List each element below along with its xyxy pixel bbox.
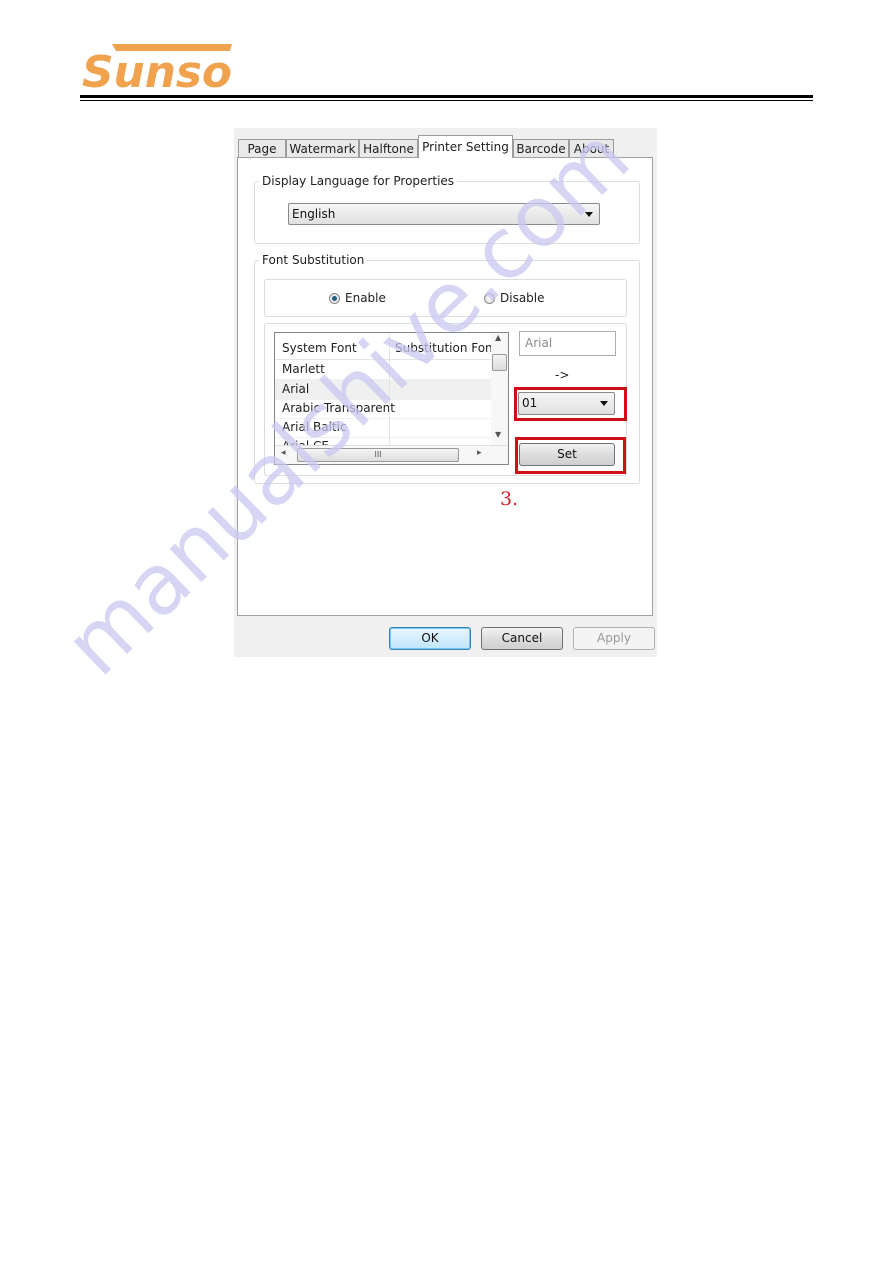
- font-substitution-legend: Font Substitution: [259, 253, 368, 267]
- tab-printer-setting[interactable]: Printer Setting: [418, 135, 513, 158]
- tab-watermark[interactable]: Watermark: [286, 139, 359, 158]
- display-language-legend: Display Language for Properties: [259, 174, 458, 188]
- tab-about[interactable]: About: [569, 139, 614, 158]
- list-item[interactable]: Arial Baltic: [275, 418, 491, 438]
- vertical-scrollbar[interactable]: ▲ ▼: [491, 333, 508, 446]
- brand-text: Sunso: [82, 47, 232, 90]
- sunso-logo: Sunso: [82, 44, 232, 90]
- scroll-down-icon[interactable]: ▼: [495, 430, 501, 439]
- current-font-field[interactable]: Arial: [519, 331, 616, 356]
- horizontal-scroll-thumb[interactable]: III: [297, 448, 459, 462]
- apply-button: Apply: [573, 627, 655, 650]
- column-system-font[interactable]: System Font: [282, 341, 357, 355]
- system-font-name: Arial Baltic: [282, 420, 347, 434]
- current-font-value: Arial: [525, 336, 553, 350]
- step-number: 3.: [500, 488, 519, 510]
- arrow-text: ->: [555, 368, 570, 382]
- enable-disable-box: [264, 279, 627, 317]
- chevron-down-icon: [585, 212, 593, 217]
- tab-page[interactable]: Page: [238, 139, 286, 158]
- header-rule: [80, 95, 813, 98]
- list-item[interactable]: Arabic Transparent: [275, 399, 491, 419]
- column-divider: [389, 333, 390, 445]
- highlight-substitution-select: [514, 387, 627, 421]
- language-select-value: English: [292, 207, 336, 221]
- highlight-set-button: [515, 437, 626, 474]
- list-item-selected[interactable]: Arial: [275, 380, 491, 400]
- disable-radio[interactable]: [484, 293, 495, 304]
- enable-radio[interactable]: [329, 293, 340, 304]
- tab-barcode[interactable]: Barcode: [513, 139, 569, 158]
- ok-button[interactable]: OK: [389, 627, 471, 650]
- horizontal-scrollbar[interactable]: ◂ III ▸: [275, 445, 508, 464]
- header-rule-thin: [80, 100, 813, 101]
- disable-label[interactable]: Disable: [500, 291, 545, 305]
- column-substitution-font[interactable]: Substitution Font: [395, 341, 497, 355]
- scroll-right-icon[interactable]: ▸: [477, 448, 482, 458]
- enable-label[interactable]: Enable: [345, 291, 386, 305]
- scroll-left-icon[interactable]: ◂: [281, 448, 286, 458]
- font-list[interactable]: System Font Substitution Font Marlett Ar…: [274, 332, 509, 465]
- system-font-name: Arabic Transparent: [282, 401, 395, 415]
- language-select[interactable]: English: [288, 203, 600, 225]
- vertical-scroll-thumb[interactable]: [492, 354, 507, 371]
- list-header: System Font Substitution Font: [275, 333, 497, 360]
- list-item[interactable]: Marlett: [275, 360, 491, 380]
- scroll-up-icon[interactable]: ▲: [495, 333, 501, 342]
- system-font-name: Marlett: [282, 362, 325, 376]
- system-font-name: Arial: [282, 382, 310, 396]
- cancel-button[interactable]: Cancel: [481, 627, 563, 650]
- tab-halftone[interactable]: Halftone: [359, 139, 418, 158]
